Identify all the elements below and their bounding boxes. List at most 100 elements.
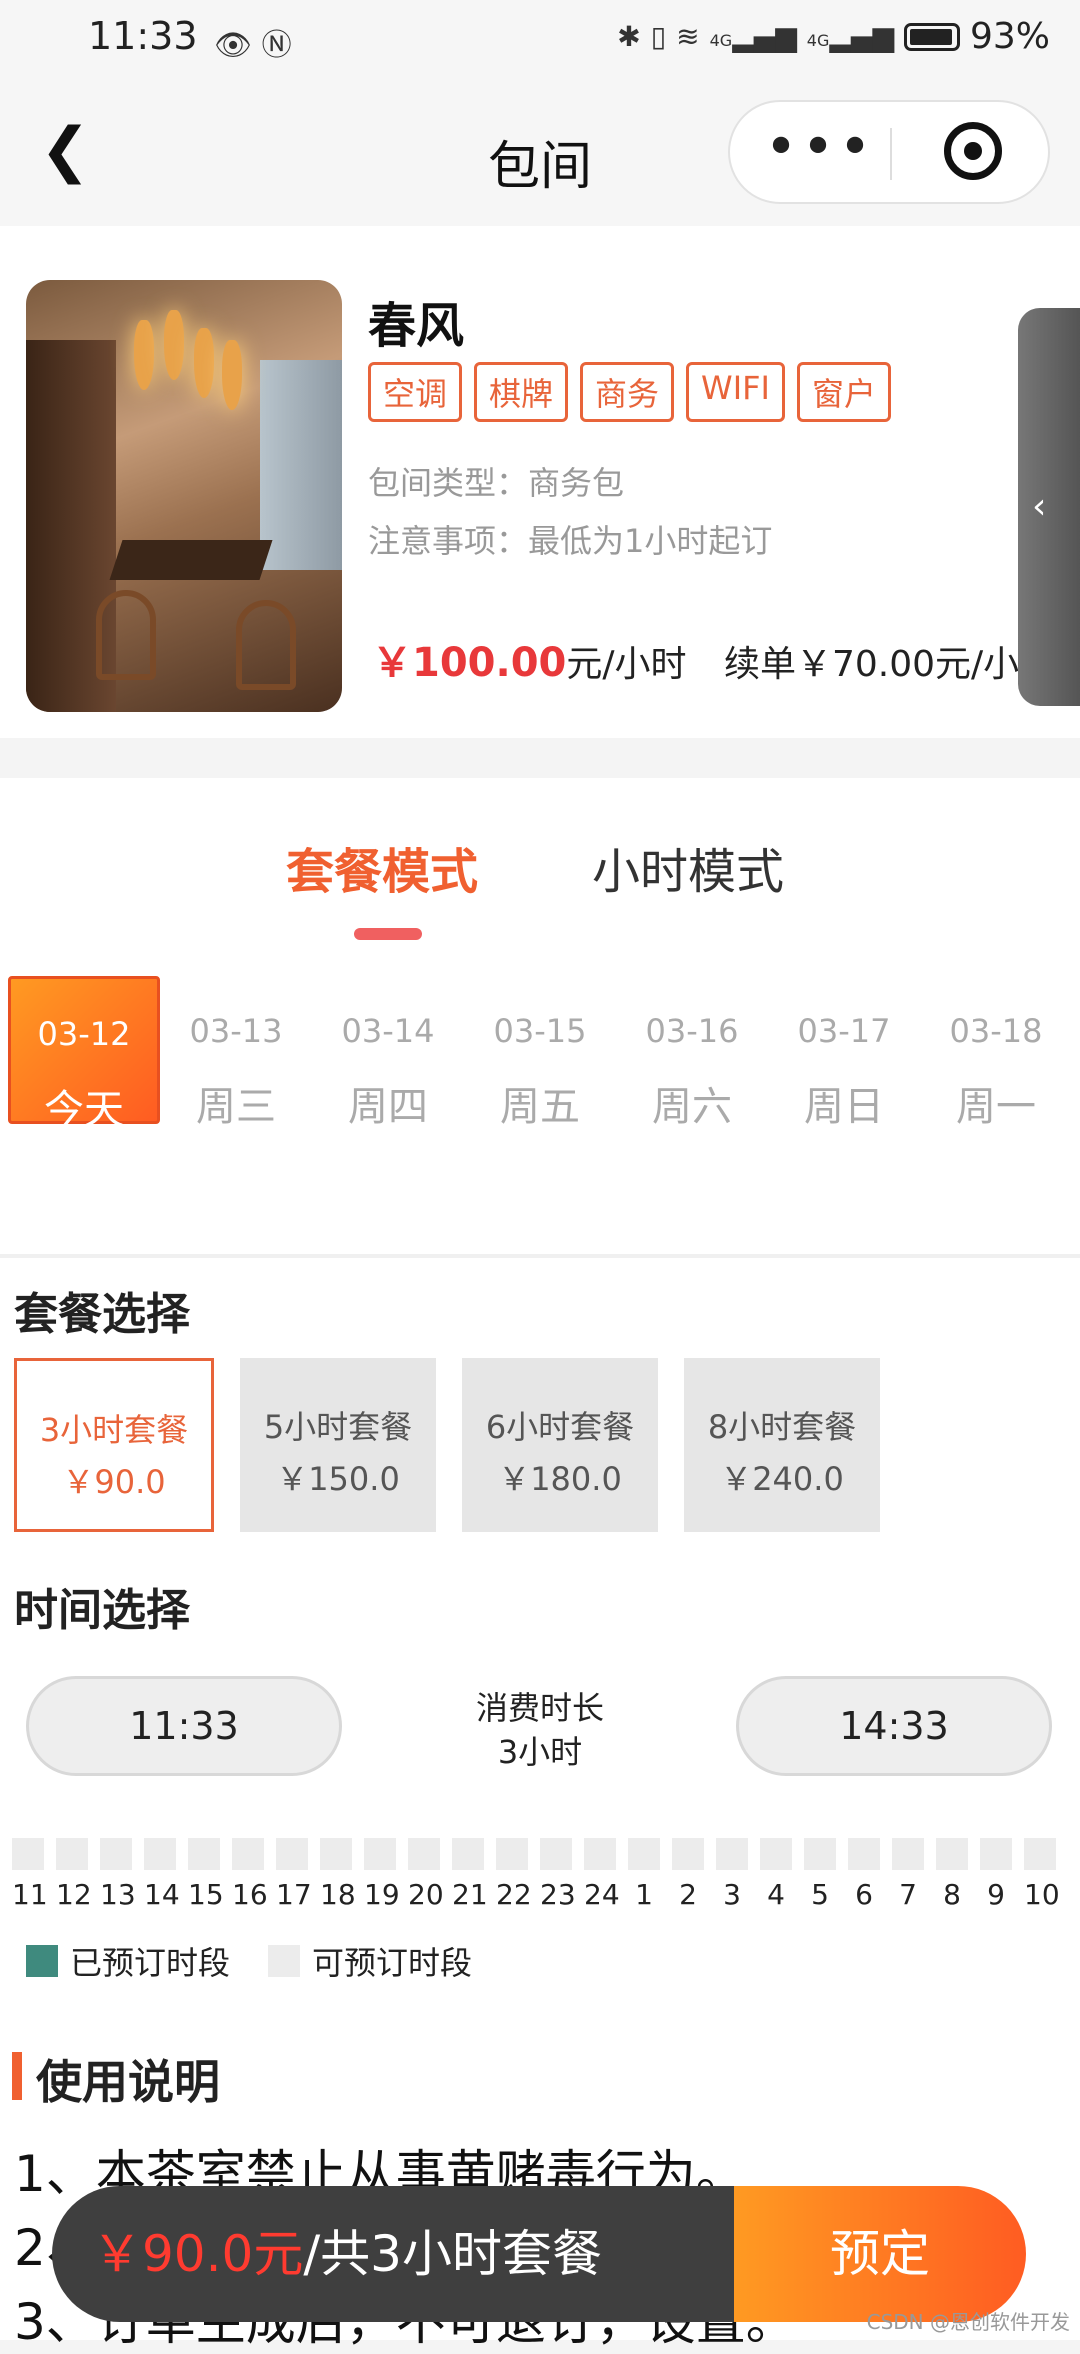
date-item[interactable]: 03-12 今天: [8, 976, 160, 1133]
more-icon[interactable]: •••: [760, 118, 880, 178]
hour-slot[interactable]: 12: [56, 1838, 92, 1911]
hour-slot-box: [584, 1838, 616, 1870]
hour-slot-label: 12: [56, 1878, 92, 1911]
hour-slot[interactable]: 23: [540, 1838, 576, 1911]
hour-slot[interactable]: 19: [364, 1838, 400, 1911]
hour-slot[interactable]: 24: [584, 1838, 620, 1911]
battery-percent: 93%: [969, 16, 1050, 57]
nav-bar: ❮ 包间 •••: [0, 90, 1080, 226]
date-item[interactable]: 03-15 周五: [464, 976, 616, 1130]
hour-slot-label: 20: [408, 1878, 444, 1911]
hour-slot-box: [56, 1838, 88, 1870]
order-summary: ￥90.0元/共3小时套餐: [52, 2186, 734, 2322]
hour-slot[interactable]: 7: [892, 1838, 924, 1911]
usage-title: 使用说明: [36, 2055, 220, 2109]
package-option[interactable]: 5小时套餐 ￥150.0: [240, 1358, 436, 1532]
hour-slot[interactable]: 14: [144, 1838, 180, 1911]
mini-program-capsule: •••: [728, 100, 1050, 204]
hour-slot-label: 2: [679, 1878, 697, 1911]
tag-aircon: 空调: [368, 362, 463, 422]
hour-slot[interactable]: 3: [716, 1838, 748, 1911]
hour-slot[interactable]: 11: [12, 1838, 48, 1911]
hour-slot-box: [716, 1838, 748, 1870]
hour-slot-label: 4: [767, 1878, 785, 1911]
date-item[interactable]: 03-14 周四: [312, 976, 464, 1130]
hour-slot[interactable]: 13: [100, 1838, 136, 1911]
package-list: 3小时套餐 ￥90.0 5小时套餐 ￥150.0 6小时套餐 ￥180.0 8小时套餐…: [14, 1358, 880, 1532]
hour-slot[interactable]: 5: [804, 1838, 836, 1911]
hour-slot-box: [276, 1838, 308, 1870]
hour-slot-box: [144, 1838, 176, 1870]
price-unit: 元/小时: [566, 644, 687, 685]
hour-slot-box: [452, 1838, 484, 1870]
date-item[interactable]: 03-13 周三: [160, 976, 312, 1130]
hour-slot[interactable]: 20: [408, 1838, 444, 1911]
room-price: ￥100.00: [372, 640, 567, 686]
end-time-button[interactable]: 14:33: [736, 1676, 1052, 1776]
hour-slot-label: 14: [144, 1878, 180, 1911]
hour-slot[interactable]: 4: [760, 1838, 792, 1911]
start-time-button[interactable]: 11:33: [26, 1676, 342, 1776]
order-desc: /共3小时套餐: [303, 2225, 602, 2283]
tab-indicator: [354, 928, 422, 940]
date-selector: 03-12 今天 03-13 周三 03-14 周四 03-15 周五 03-16 周六 …: [8, 976, 1080, 1133]
hour-slot[interactable]: 8: [936, 1838, 968, 1911]
hour-slot-label: 24: [584, 1878, 620, 1911]
hour-slot-label: 3: [723, 1878, 741, 1911]
hour-slot-label: 10: [1024, 1878, 1060, 1911]
hour-slot-box: [848, 1838, 880, 1870]
hour-slot[interactable]: 16: [232, 1838, 268, 1911]
hour-slot[interactable]: 6: [848, 1838, 880, 1911]
hour-slot[interactable]: 17: [276, 1838, 312, 1911]
hour-slot-label: 16: [232, 1878, 268, 1911]
hour-slot-box: [232, 1838, 264, 1870]
tab-package-mode[interactable]: 套餐模式: [286, 832, 478, 902]
hour-slot-label: 22: [496, 1878, 532, 1911]
date-item[interactable]: 03-16 周六: [616, 976, 768, 1130]
booked-swatch: [26, 1945, 58, 1977]
package-section-title: 套餐选择: [14, 1289, 190, 1340]
bluetooth-icon: ✱: [617, 20, 641, 53]
hour-slot-box: [188, 1838, 220, 1870]
wifi-icon: ≋: [676, 20, 700, 53]
hour-slot[interactable]: 15: [188, 1838, 224, 1911]
package-option[interactable]: 3小时套餐 ￥90.0: [14, 1358, 214, 1532]
divider: [0, 1254, 1080, 1258]
side-drawer-tab[interactable]: ‹: [1018, 308, 1080, 706]
available-swatch: [268, 1945, 301, 1977]
signal-icon-2: 4G▂▄▆: [806, 20, 894, 53]
book-button[interactable]: 预定: [734, 2186, 1026, 2322]
hour-slot-label: 6: [855, 1878, 873, 1911]
slot-legend: 已预订时段 可预订时段: [26, 1938, 472, 1984]
hour-slot-box: [540, 1838, 572, 1870]
hour-slot[interactable]: 10: [1024, 1838, 1060, 1911]
hour-slot-label: 13: [100, 1878, 136, 1911]
signal-icon-1: 4G▂▄▆: [709, 20, 797, 53]
time-section-title: 时间选择: [14, 1585, 190, 1636]
hour-slot[interactable]: 2: [672, 1838, 704, 1911]
watermark: CSDN @恩创软件开发: [866, 2310, 1070, 2334]
date-item[interactable]: 03-18 周一: [920, 976, 1072, 1130]
hour-slot-box: [936, 1838, 968, 1870]
package-option[interactable]: 8小时套餐 ￥240.0: [684, 1358, 880, 1532]
status-time: 11:33: [88, 14, 198, 58]
package-option[interactable]: 6小时套餐 ￥180.0: [462, 1358, 658, 1532]
hour-slot-box: [892, 1838, 924, 1870]
date-item[interactable]: 03-17 周日: [768, 976, 920, 1130]
hour-slot[interactable]: 1: [628, 1838, 660, 1911]
battery-icon: [903, 22, 960, 51]
hour-slot[interactable]: 18: [320, 1838, 356, 1911]
close-target-icon[interactable]: [944, 122, 1002, 180]
hour-slot[interactable]: 22: [496, 1838, 532, 1911]
hour-slot-box: [320, 1838, 352, 1870]
hour-slot[interactable]: 21: [452, 1838, 488, 1911]
room-name: 春风: [368, 298, 465, 354]
room-notice: 注意事项：最低为1小时起订: [368, 522, 773, 560]
checkout-bar: ￥90.0元/共3小时套餐 预定: [52, 2186, 1026, 2322]
price-row: ￥100.00元/小时 续单￥70.00元/小时: [372, 630, 1055, 688]
hour-slot[interactable]: 9: [980, 1838, 1012, 1911]
status-right: ✱ ▯ ≋ 4G▂▄▆ 4G▂▄▆ 93%: [617, 16, 1050, 57]
order-amount: ￥90.0元: [92, 2225, 304, 2283]
tab-hour-mode[interactable]: 小时模式: [592, 832, 784, 902]
chevron-left-icon: ‹: [1032, 486, 1047, 527]
